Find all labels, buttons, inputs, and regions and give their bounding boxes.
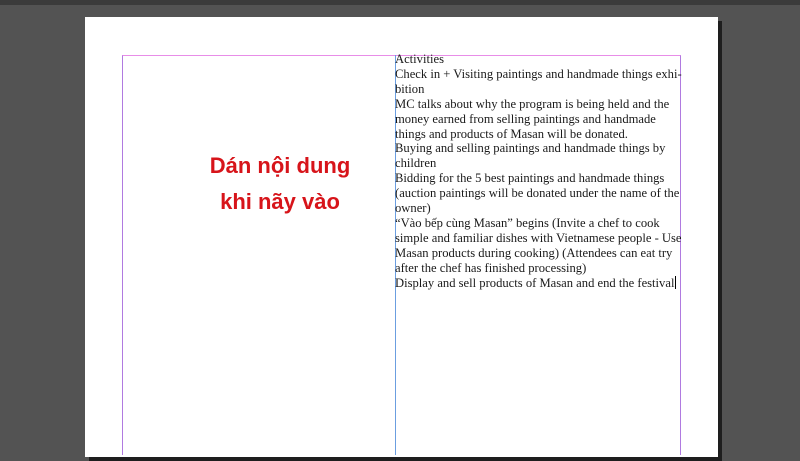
story-line: Activities [395,52,444,66]
story-line: after the chef has finished processing) [395,260,587,275]
story-line: things and products of Masan will be don… [395,126,628,141]
story-line: Check in + Visiting paintings and handma… [395,66,682,81]
note-line-1: Dán nội dung [209,153,351,178]
text-frame[interactable]: Activities Check in + Visiting paintings… [395,52,685,291]
story-line: “Vào bếp cùng Masan” begins (Invite a ch… [395,215,660,230]
story-line: Bidding for the 5 best paintings and han… [395,171,665,186]
story-line: children [395,156,437,171]
story-line: bition [395,81,425,96]
top-toolbar-strip [0,0,800,5]
story-line: (auction paintings will be donated under… [395,186,680,201]
story-line: Buying and selling paintings and handmad… [395,141,666,156]
story-line: simple and familiar dishes with Vietname… [395,230,682,245]
story-line: Masan products during cooking) (Attendee… [395,245,673,260]
note-line-2: khi nãy vào [220,189,340,214]
text-cursor [675,275,677,289]
story-line: MC talks about why the program is being … [395,96,670,111]
story-line: Display and sell products of Masan and e… [395,275,675,290]
instruction-note: Dán nội dung khi nãy vào [180,148,380,220]
story-line: money earned from selling paintings and … [395,111,656,126]
story-line-last: Display and sell products of Masan and e… [395,275,685,291]
story-line: owner) [395,201,431,216]
